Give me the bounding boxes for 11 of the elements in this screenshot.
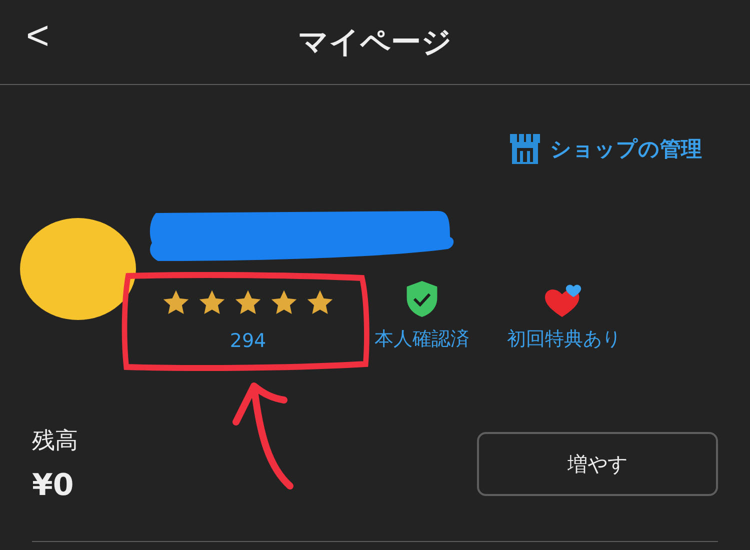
badge-label: 本人確認済 bbox=[374, 327, 470, 352]
page-title: マイページ bbox=[298, 24, 452, 62]
add-balance-button[interactable]: 増やす bbox=[477, 432, 718, 496]
shop-manage-link[interactable]: ショップの管理 bbox=[508, 132, 702, 166]
shield-check-icon bbox=[404, 280, 440, 318]
review-count[interactable]: 294 bbox=[230, 330, 266, 352]
badge-label: 初回特典あり bbox=[507, 327, 621, 352]
balance-amount: ¥0 bbox=[32, 468, 75, 503]
back-button[interactable]: < bbox=[26, 14, 50, 59]
storefront-icon bbox=[508, 132, 542, 166]
balance-label: 残高 bbox=[32, 427, 78, 456]
